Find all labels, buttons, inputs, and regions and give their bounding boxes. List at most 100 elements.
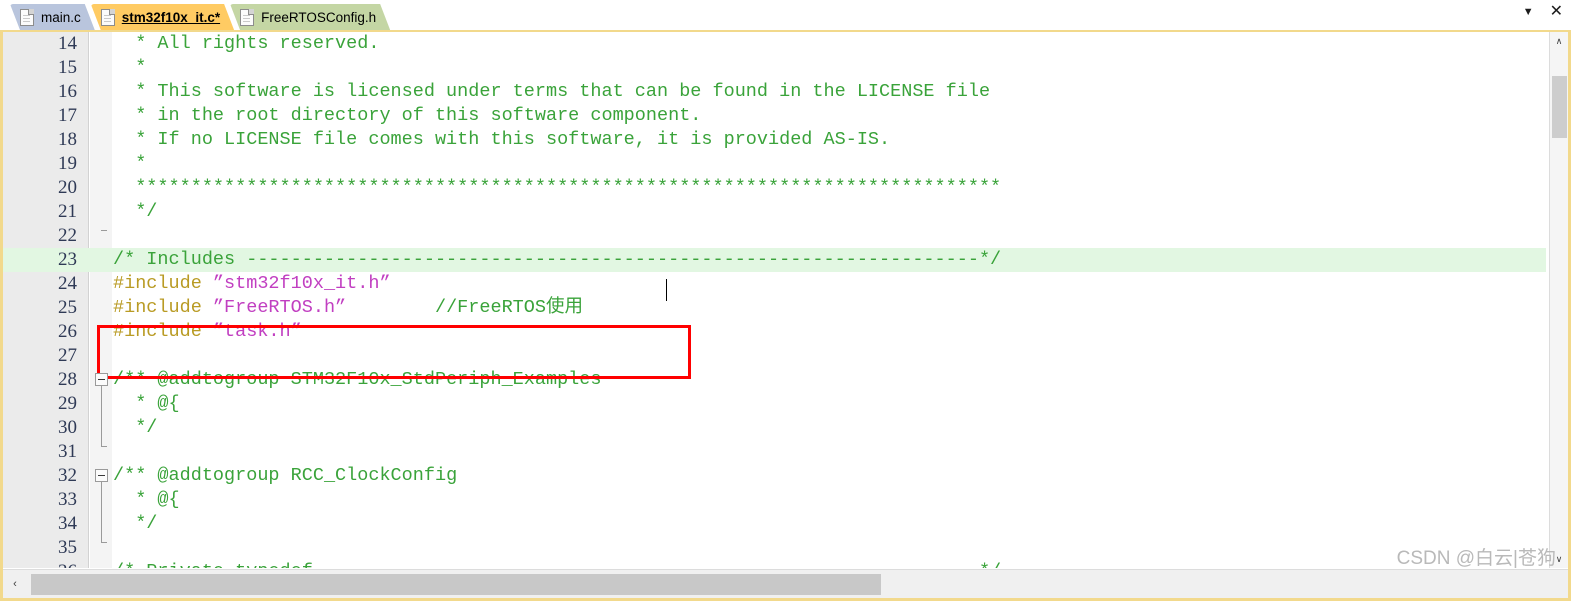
horizontal-scrollbar[interactable]: ‹ [3,569,1568,598]
line-text: * If no LICENSE file comes with this sof… [113,128,890,152]
code-text-area[interactable]: 14 * All rights reserved. 15 * 16 * This s… [3,32,1546,568]
code-line[interactable]: 35 [3,536,1546,560]
line-number: 26 [58,321,77,342]
code-line[interactable]: 36 /* Private typedef -------------------… [3,560,1546,568]
code-line[interactable]: 14 * All rights reserved. [3,32,1546,56]
code-token: */ [113,513,158,534]
horizontal-scrollbar-thumb[interactable] [31,574,881,595]
line-number: 34 [58,513,77,534]
tab-freertosconfig-h[interactable]: FreeRTOSConfig.h [230,4,390,30]
code-line[interactable]: 21 */ [3,200,1546,224]
vertical-scrollbar[interactable]: ∧ ∨ [1549,32,1568,568]
line-text: * All rights reserved. [113,32,379,56]
code-line[interactable]: 25 #include ”FreeRTOS.h” //FreeRTOS使用 [3,296,1546,320]
code-line[interactable]: 29 * @{ [3,392,1546,416]
line-number: 35 [58,537,77,558]
tab-label: main.c [41,9,81,25]
code-line[interactable]: 19 * [3,152,1546,176]
code-token: /** @addtogroup [113,369,291,390]
code-token: /* Includes ----------------------------… [113,249,1002,270]
code-line[interactable]: 28 /** @addtogroup STM32F10x_StdPeriph_Ex… [3,368,1546,392]
code-token: * If no LICENSE file comes with this sof… [113,129,891,150]
line-number: 22 [58,225,77,246]
code-line[interactable]: 24 #include ”stm32f10x_it.h” [3,272,1546,296]
code-token: * [113,57,147,78]
code-token: * This software is licensed under terms … [113,81,991,102]
code-line[interactable]: 23 /* Includes --------------------------… [3,248,1546,272]
scroll-left-arrow-icon[interactable]: ‹ [5,574,25,594]
code-token: #include [113,273,213,294]
code-token: * in the root directory of this software… [113,105,702,126]
fold-region-line [101,482,102,542]
chevron-down-icon[interactable]: ▼ [1523,6,1534,18]
line-number: 25 [58,297,77,318]
fold-region-end [101,542,107,543]
code-line[interactable]: 16 * This software is licensed under ter… [3,80,1546,104]
line-number: 17 [58,105,77,126]
fold-region-end [101,446,107,447]
code-token: * All rights reserved. [113,33,380,54]
line-text: #include ”task.h” [113,320,302,344]
code-token: * [113,153,147,174]
code-token: /** @addtogroup [113,465,291,486]
tab-stm32f10x-it-c[interactable]: stm32f10x_it.c* [91,4,234,30]
fold-toggle-icon[interactable] [95,373,108,386]
code-token: */ [113,417,158,438]
code-line[interactable]: 30 */ [3,416,1546,440]
line-number: 19 [58,153,77,174]
line-number: 28 [58,369,77,390]
code-token: STM32F10x_StdPeriph_Examples [290,369,602,390]
line-number: 27 [58,345,77,366]
line-text: /* Includes ----------------------------… [113,248,1001,272]
file-icon [20,9,34,26]
line-number: 32 [58,465,77,486]
code-line[interactable]: 20 *************************************… [3,176,1546,200]
line-text: #include ”FreeRTOS.h” //FreeRTOS使用 [113,296,583,320]
code-line[interactable]: 32 /** @addtogroup RCC_ClockConfig [3,464,1546,488]
close-icon[interactable]: ✕ [1550,4,1563,20]
fold-region-line [101,386,102,446]
fold-region-end [101,230,107,231]
tab-main-c[interactable]: main.c [10,4,95,30]
vertical-scrollbar-thumb[interactable] [1552,76,1567,138]
line-text: /** @addtogroup RCC_ClockConfig [113,464,457,488]
line-number: 16 [58,81,77,102]
line-number: 23 [58,249,77,270]
line-number: 18 [58,129,77,150]
code-line[interactable]: 15 * [3,56,1546,80]
scroll-up-arrow-icon[interactable]: ∧ [1550,32,1568,50]
tab-label: FreeRTOSConfig.h [261,9,377,25]
line-number: 15 [58,57,77,78]
line-number: 20 [58,177,77,198]
file-icon [101,9,115,26]
tab-label: stm32f10x_it.c* [121,9,221,25]
code-line[interactable]: 33 * @{ [3,488,1546,512]
code-token: ”stm32f10x_it.h” [212,273,391,294]
fold-toggle-icon[interactable] [95,469,108,482]
line-text: /* Private typedef ---------------------… [113,560,1001,568]
line-text: /** @addtogroup STM32F10x_StdPeriph_Exam… [113,368,602,392]
line-text: */ [113,416,157,440]
line-number: 36 [3,560,77,568]
line-text: ****************************************… [113,176,1001,200]
code-line[interactable]: 27 [3,344,1546,368]
code-token: /* Private typedef ---------------------… [113,561,1001,568]
code-editor-window: main.c stm32f10x_it.c* FreeRTOSConfig.h … [0,0,1571,601]
line-text: */ [113,200,157,224]
code-line[interactable]: 18 * If no LICENSE file comes with this … [3,128,1546,152]
code-token: RCC_ClockConfig [290,465,458,486]
text-caret [666,279,667,301]
line-number: 29 [58,393,77,414]
code-line[interactable]: 26 #include ”task.h” [3,320,1546,344]
watermark-text: CSDN @白云|苍狗 [1396,548,1556,569]
line-number: 14 [58,33,77,54]
line-text: * in the root directory of this software… [113,104,701,128]
code-line[interactable]: 31 [3,440,1546,464]
code-line[interactable]: 22 [3,224,1546,248]
code-line[interactable]: 17 * in the root directory of this softw… [3,104,1546,128]
line-number: 31 [58,441,77,462]
code-line[interactable]: 34 */ [3,512,1546,536]
code-token: ”task.h” [212,321,302,342]
code-token: * @{ [113,393,180,414]
line-text: * @{ [113,488,179,512]
